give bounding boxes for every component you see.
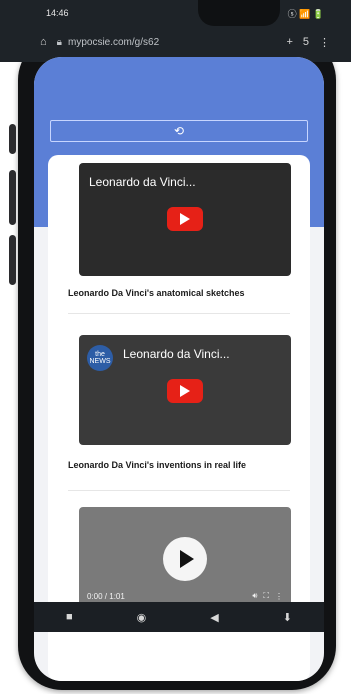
volume-icon[interactable]: 🔊︎ — [252, 591, 257, 601]
divider — [68, 490, 290, 491]
video-caption-2: Leonardo Da Vinci's inventions in real l… — [68, 460, 247, 470]
video-time: 0:00 / 1:01 — [87, 591, 125, 601]
video-caption-1: Leonardo Da Vinci's anatomical sketches — [68, 288, 245, 298]
phone-side-button — [9, 170, 16, 225]
channel-badge: the NEWS — [87, 345, 113, 371]
lock-icon: 🔒︎ — [56, 36, 62, 48]
video-thumbnail-1[interactable]: Leonardo da Vinci... — [79, 163, 291, 276]
address-bar[interactable]: 🔒︎ mypocsie.com/g/s62 — [57, 37, 277, 48]
more-icon[interactable]: ⋮ — [275, 592, 283, 601]
share-button[interactable]: ⟲ — [50, 120, 308, 142]
phone-screen: ⟲ Leonardo da Vinci... Leonardo Da Vinci… — [34, 57, 324, 681]
share-icon: ⟲ — [173, 124, 185, 138]
fullscreen-icon[interactable]: ⛶ — [263, 591, 269, 601]
divider — [68, 313, 290, 314]
status-bar: 14:46 ⓢ 📶 🔋 — [46, 6, 324, 20]
youtube-play-button[interactable] — [167, 379, 203, 403]
menu-icon[interactable]: ⋮ — [319, 36, 330, 49]
tabs-count[interactable]: 5 — [303, 36, 309, 48]
accessibility-icon[interactable]: ⬇ — [283, 611, 292, 624]
video-title-overlay: Leonardo da Vinci... — [123, 347, 230, 361]
video-thumbnail-3[interactable]: 0:00 / 1:01 🔊︎ ⛶ ⋮ — [79, 507, 291, 607]
browser-url-bar: ⌂ 🔒︎ mypocsie.com/g/s62 + 5 ⋮ — [40, 30, 330, 54]
video-thumbnail-2[interactable]: Leonardo da Vinci... the NEWS — [79, 335, 291, 445]
back-icon[interactable]: ◀ — [210, 611, 218, 624]
home-circle-icon[interactable]: ◉ — [137, 611, 147, 624]
url-text: mypocsie.com/g/s62 — [67, 36, 160, 48]
video-title-overlay: Leonardo da Vinci... — [89, 175, 196, 189]
browser-top-bar: 14:46 ⓢ 📶 🔋 ⌂ 🔒︎ mypocsie.com/g/s62 + 5 … — [0, 0, 351, 62]
phone-side-button — [9, 124, 16, 154]
android-nav-bar: ■ ◉ ◀ ⬇ — [34, 602, 324, 632]
home-icon[interactable]: ⌂ — [40, 36, 47, 48]
status-time: 14:46 — [46, 8, 69, 18]
status-icons: ⓢ 📶 🔋 — [287, 8, 324, 19]
youtube-play-button[interactable] — [167, 207, 203, 231]
new-tab-icon[interactable]: + — [286, 36, 292, 48]
play-button[interactable] — [163, 537, 207, 581]
phone-side-button — [9, 235, 16, 285]
recent-apps-icon[interactable]: ■ — [66, 611, 73, 623]
